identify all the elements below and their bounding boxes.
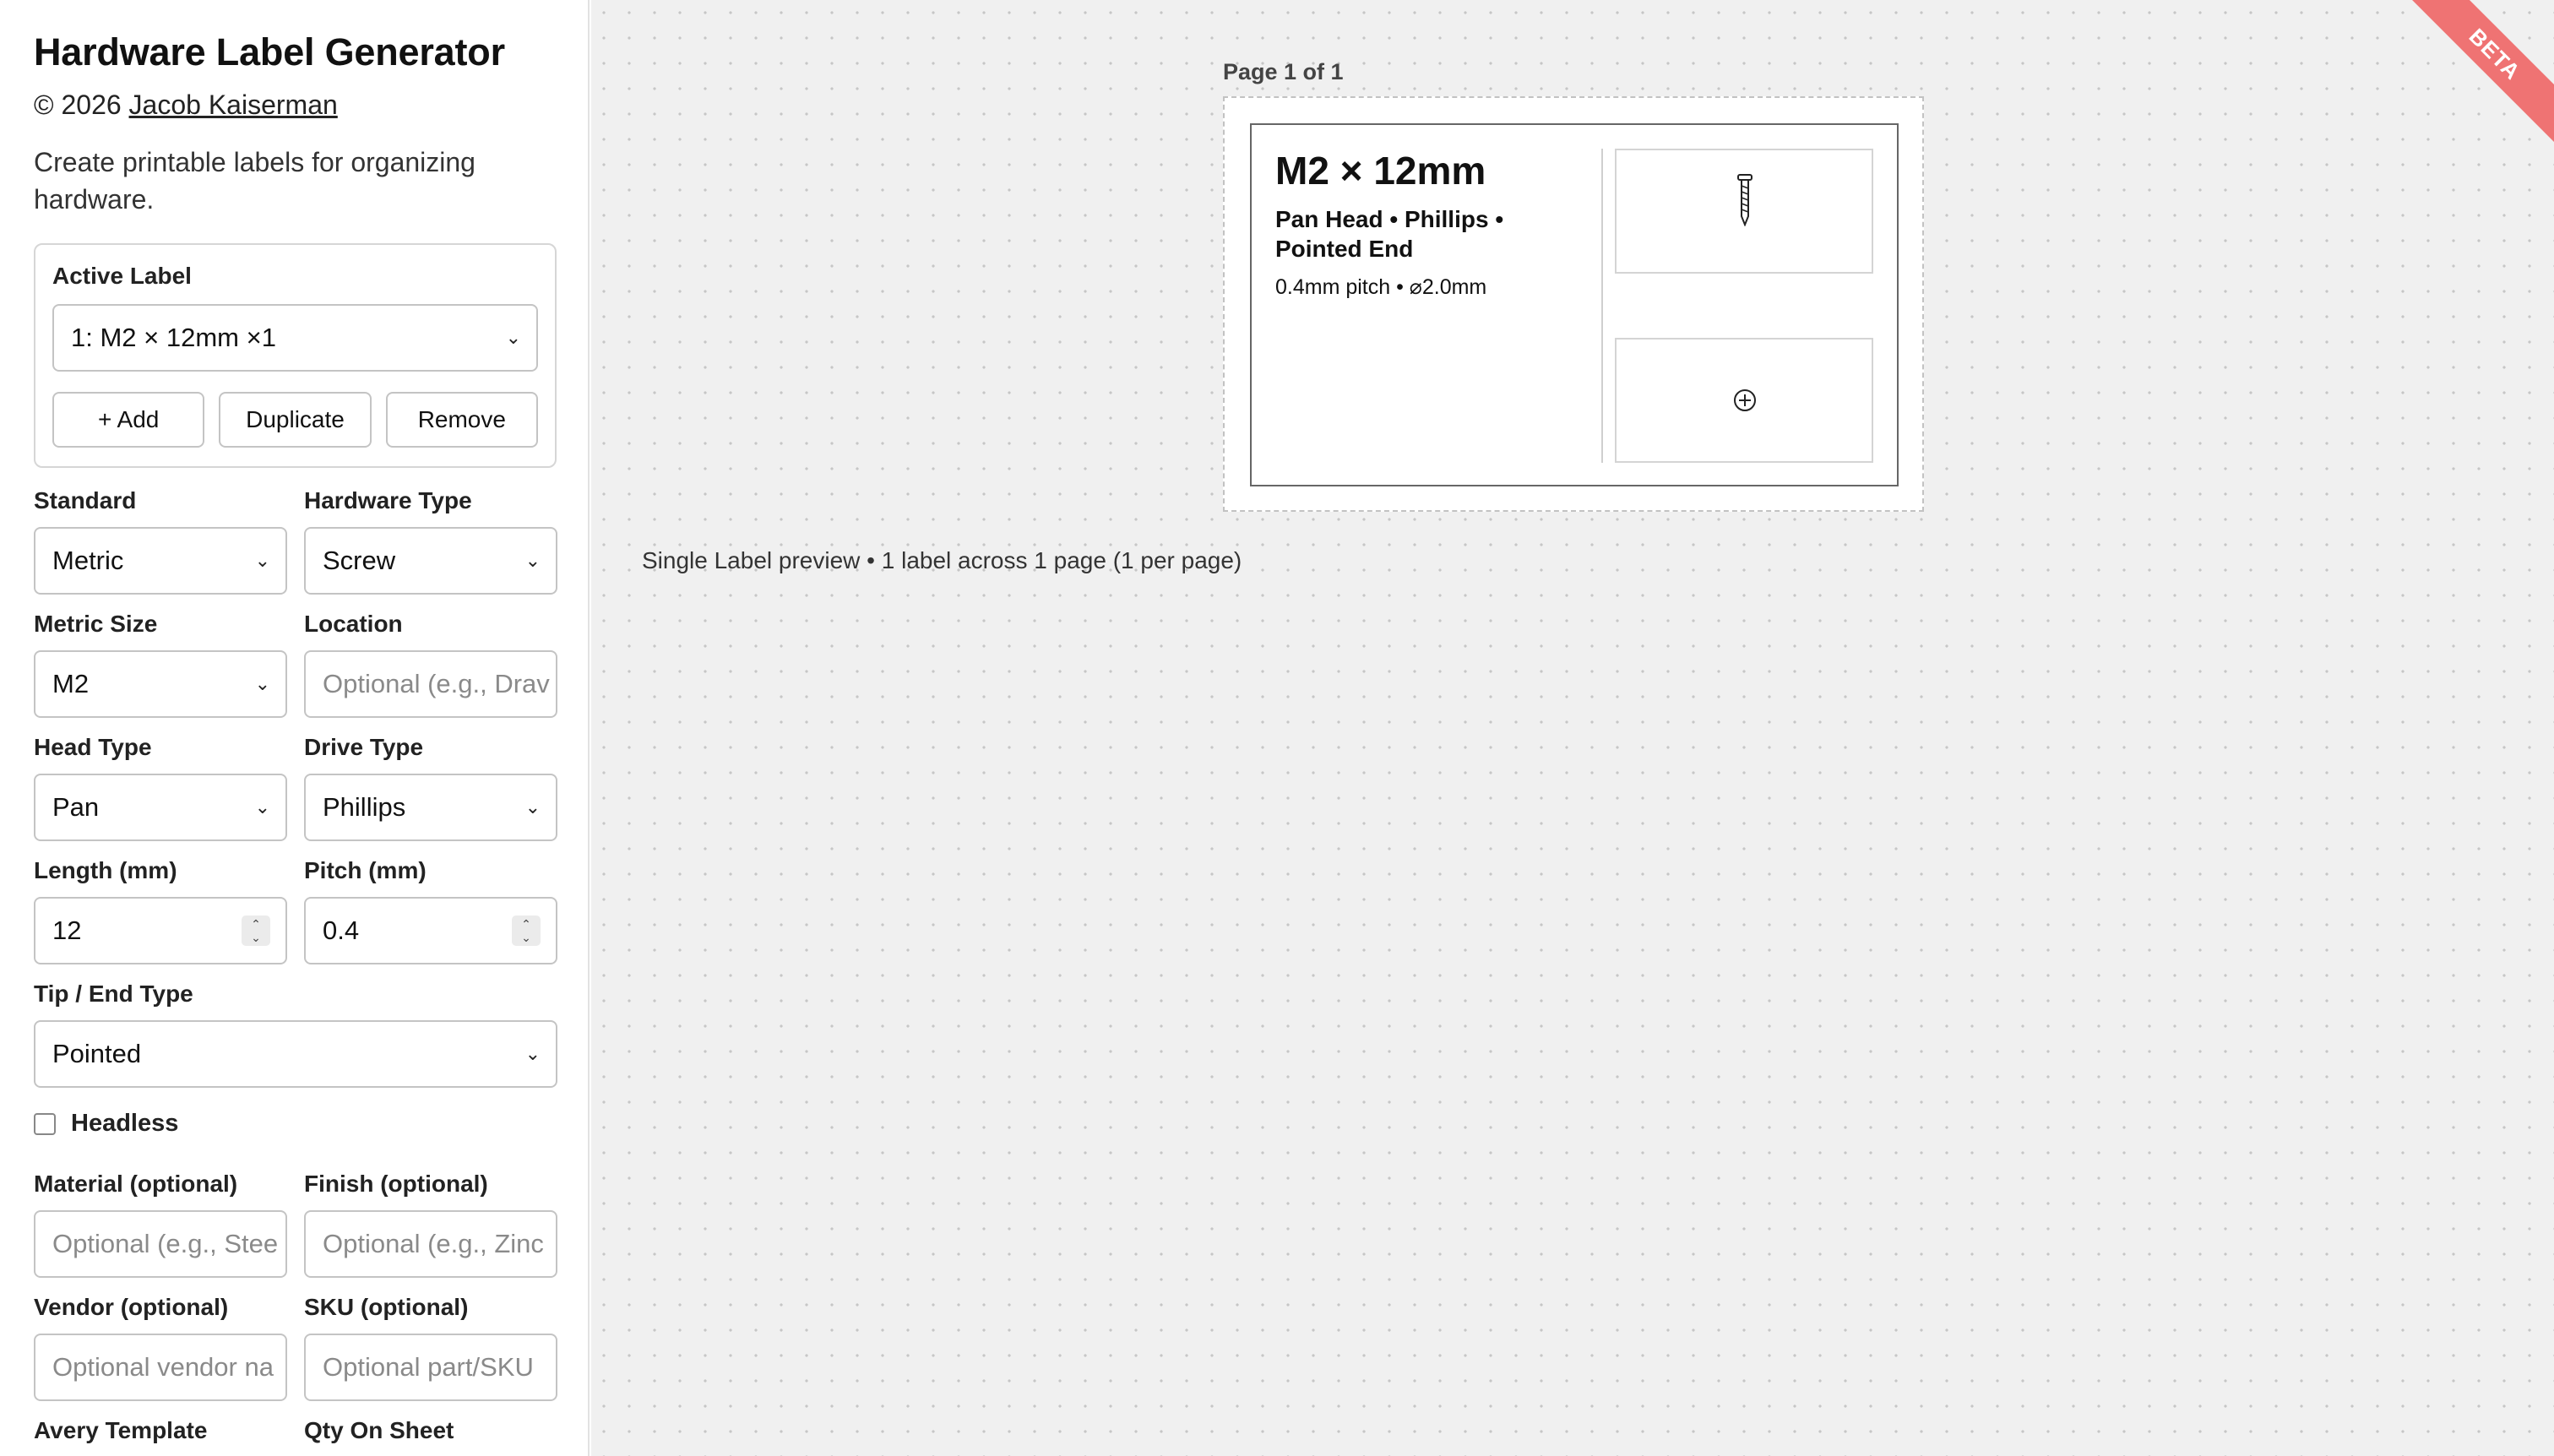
length-label: Length (mm) xyxy=(34,857,177,883)
standard-select[interactable]: Metric ⌄ xyxy=(34,527,287,595)
headless-label: Headless xyxy=(71,1110,179,1137)
stepper-icon[interactable]: ⌃ ⌄ xyxy=(242,915,270,946)
finish-label: Finish (optional) xyxy=(304,1171,488,1197)
vendor-input[interactable]: Optional vendor na xyxy=(34,1334,287,1401)
head-type-value: Pan xyxy=(52,792,100,822)
head-type-label: Head Type xyxy=(34,734,152,760)
metric-size-group: Metric Size M2 ⌄ xyxy=(34,610,287,718)
qty-on-sheet-label: Qty On Sheet xyxy=(304,1417,454,1443)
avery-template-label: Avery Template xyxy=(34,1417,208,1443)
drive-image-slot xyxy=(1615,338,1873,463)
page-label: Page 1 of 1 xyxy=(1223,59,1344,84)
chevron-down-icon: ⌄ xyxy=(524,550,541,571)
sku-group: SKU (optional) Optional part/SKU xyxy=(304,1293,557,1401)
screw-icon xyxy=(1737,174,1752,226)
headless-row: Headless xyxy=(34,1110,554,1138)
label-spec: 0.4mm pitch • ⌀2.0mm xyxy=(1275,275,1487,299)
drive-type-select[interactable]: Phillips ⌄ xyxy=(304,774,557,841)
hardware-type-select[interactable]: Screw ⌄ xyxy=(304,527,557,595)
app-description: Create printable labels for organizing h… xyxy=(34,147,475,215)
tip-type-group: Tip / End Type Pointed ⌄ xyxy=(34,980,557,1088)
remove-label-button[interactable]: Remove xyxy=(385,392,538,448)
tip-type-select[interactable]: Pointed ⌄ xyxy=(34,1020,557,1088)
label-title: M2 × 12mm xyxy=(1275,149,1486,193)
drive-type-value: Phillips xyxy=(323,792,406,822)
tip-type-label: Tip / End Type xyxy=(34,981,193,1007)
label-actions: + Add Duplicate Remove xyxy=(52,392,538,448)
finish-group: Finish (optional) Optional (e.g., Zinc xyxy=(304,1170,557,1278)
sku-label: SKU (optional) xyxy=(304,1294,469,1320)
vendor-label: Vendor (optional) xyxy=(34,1294,229,1320)
head-type-group: Head Type Pan ⌄ xyxy=(34,733,287,841)
standard-value: Metric xyxy=(52,546,124,575)
pitch-label: Pitch (mm) xyxy=(304,857,427,883)
page-frame: M2 × 12mm Pan Head • Phillips • Pointed … xyxy=(1223,96,1924,512)
author-link[interactable]: Jacob Kaiserman xyxy=(129,90,338,120)
label-divider xyxy=(1601,149,1603,463)
app-title: Hardware Label Generator xyxy=(34,30,505,73)
copyright-prefix: © 2026 xyxy=(34,90,122,120)
hardware-type-group: Hardware Type Screw ⌄ xyxy=(304,486,557,595)
head-type-select[interactable]: Pan ⌄ xyxy=(34,774,287,841)
drive-type-label: Drive Type xyxy=(304,734,424,760)
add-label-button[interactable]: + Add xyxy=(52,392,205,448)
chevron-down-icon: ⌄ xyxy=(524,796,541,818)
metric-size-value: M2 xyxy=(52,669,90,698)
sku-input[interactable]: Optional part/SKU xyxy=(304,1334,557,1401)
material-input[interactable]: Optional (e.g., Stee xyxy=(34,1210,287,1278)
duplicate-label-button[interactable]: Duplicate xyxy=(219,392,372,448)
pitch-group: Pitch (mm) 0.4 ⌃ ⌄ xyxy=(304,856,557,964)
stepper-icon[interactable]: ⌃ ⌄ xyxy=(512,915,541,946)
metric-size-label: Metric Size xyxy=(34,611,158,637)
drive-type-group: Drive Type Phillips ⌄ xyxy=(304,733,557,841)
label-preview[interactable]: M2 × 12mm Pan Head • Phillips • Pointed … xyxy=(1250,123,1899,486)
pitch-value: 0.4 xyxy=(323,915,360,945)
avery-template-group: Avery Template xyxy=(34,1416,287,1456)
chevron-down-icon: ⌄ xyxy=(254,550,270,571)
location-label: Location xyxy=(304,611,403,637)
material-group: Material (optional) Optional (e.g., Stee xyxy=(34,1170,287,1278)
active-label-panel: Active Label 1: M2 × 12mm ×1 ⌄ + Add Dup… xyxy=(34,243,557,468)
copyright: © 2026 Jacob Kaiserman xyxy=(34,88,554,122)
qty-on-sheet-group: Qty On Sheet xyxy=(304,1416,557,1456)
length-value: 12 xyxy=(52,915,82,945)
standard-label: Standard xyxy=(34,487,137,513)
optional-form: Material (optional) Optional (e.g., Stee… xyxy=(34,1170,557,1456)
hardware-type-value: Screw xyxy=(323,546,396,575)
chevron-down-icon: ⌄ xyxy=(254,796,270,818)
beta-badge: BETA xyxy=(2403,0,2554,146)
length-group: Length (mm) 12 ⌃ ⌄ xyxy=(34,856,287,964)
material-label: Material (optional) xyxy=(34,1171,238,1197)
label-text-block: M2 × 12mm Pan Head • Phillips • Pointed … xyxy=(1275,147,1596,301)
location-input[interactable]: Optional (e.g., Drav xyxy=(304,650,557,718)
headless-checkbox[interactable] xyxy=(34,1112,56,1135)
preview-caption: Single Label preview • 1 label across 1 … xyxy=(642,547,1242,573)
chevron-down-icon: ⌄ xyxy=(505,327,521,348)
active-label-value: 1: M2 × 12mm ×1 xyxy=(71,323,276,352)
phillips-drive-icon xyxy=(1734,389,1756,411)
vendor-group: Vendor (optional) Optional vendor na xyxy=(34,1293,287,1401)
pitch-input[interactable]: 0.4 ⌃ ⌄ xyxy=(304,897,557,964)
active-label-heading: Active Label xyxy=(52,263,192,289)
finish-input[interactable]: Optional (e.g., Zinc xyxy=(304,1210,557,1278)
preview-area: Page 1 of 1 M2 × 12mm Pan Head • Phillip… xyxy=(591,0,2554,1456)
chevron-down-icon: ⌄ xyxy=(254,673,270,694)
location-group: Location Optional (e.g., Drav xyxy=(304,610,557,718)
sidebar: Hardware Label Generator © 2026 Jacob Ka… xyxy=(0,0,590,1456)
hardware-type-label: Hardware Type xyxy=(304,487,472,513)
tip-type-value: Pointed xyxy=(52,1039,142,1068)
screw-image-slot xyxy=(1615,149,1873,274)
length-input[interactable]: 12 ⌃ ⌄ xyxy=(34,897,287,964)
standard-group: Standard Metric ⌄ xyxy=(34,486,287,595)
label-subtitle: Pan Head • Phillips • Pointed End xyxy=(1275,206,1504,262)
chevron-down-icon: ⌄ xyxy=(524,1043,541,1064)
metric-size-select[interactable]: M2 ⌄ xyxy=(34,650,287,718)
active-label-select[interactable]: 1: M2 × 12mm ×1 ⌄ xyxy=(52,304,538,372)
label-form: Standard Metric ⌄ Hardware Type Screw ⌄ … xyxy=(34,486,557,980)
